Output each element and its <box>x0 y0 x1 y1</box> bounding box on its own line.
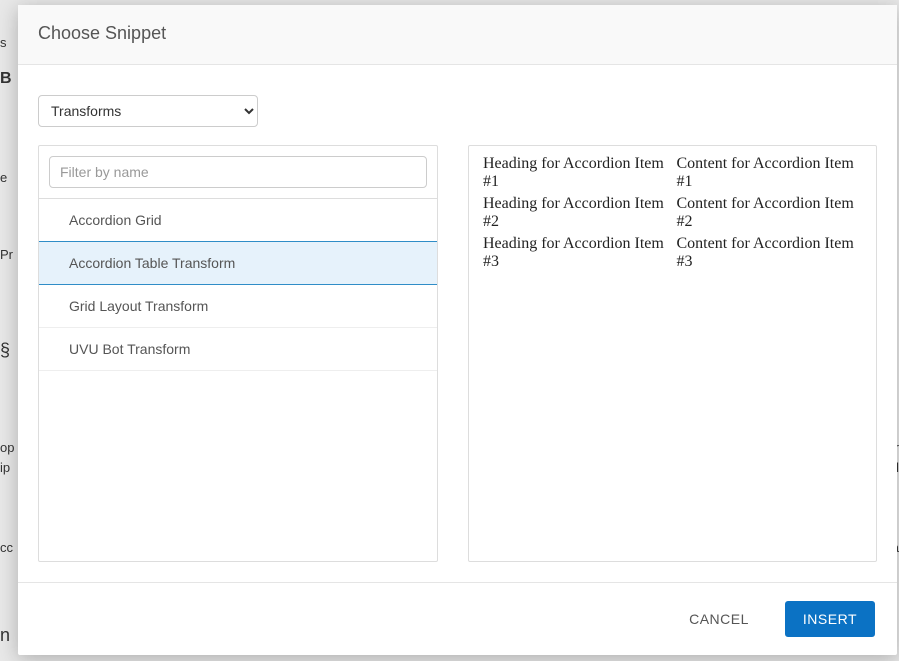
preview-heading-cell: Heading for Accordion Item #3 <box>479 233 673 273</box>
filter-wrap <box>39 146 437 199</box>
preview-table: Heading for Accordion Item #1 Content fo… <box>479 153 866 273</box>
preview-content-cell: Content for Accordion Item #3 <box>673 233 867 273</box>
cancel-button[interactable]: CANCEL <box>671 601 767 637</box>
snippet-item[interactable]: Accordion Grid <box>39 199 437 242</box>
preview-heading-cell: Heading for Accordion Item #2 <box>479 193 673 233</box>
modal-title: Choose Snippet <box>38 23 877 44</box>
snippet-item[interactable]: Accordion Table Transform <box>39 241 437 285</box>
filter-input[interactable] <box>49 156 427 188</box>
modal-body: Transforms Accordion Grid Accordion Tabl… <box>18 65 897 582</box>
snippet-list: Accordion Grid Accordion Table Transform… <box>39 199 437 561</box>
snippet-item[interactable]: UVU Bot Transform <box>39 328 437 371</box>
table-row: Heading for Accordion Item #2 Content fo… <box>479 193 866 233</box>
preview-content-cell: Content for Accordion Item #2 <box>673 193 867 233</box>
table-row: Heading for Accordion Item #1 Content fo… <box>479 153 866 193</box>
table-row: Heading for Accordion Item #3 Content fo… <box>479 233 866 273</box>
snippet-list-panel: Accordion Grid Accordion Table Transform… <box>38 145 438 562</box>
preview-content-cell: Content for Accordion Item #1 <box>673 153 867 193</box>
modal-footer: CANCEL INSERT <box>18 582 897 655</box>
snippet-item[interactable]: Grid Layout Transform <box>39 285 437 328</box>
category-select[interactable]: Transforms <box>38 95 258 127</box>
content-row: Accordion Grid Accordion Table Transform… <box>38 145 877 562</box>
category-row: Transforms <box>38 95 877 127</box>
preview-heading-cell: Heading for Accordion Item #1 <box>479 153 673 193</box>
insert-button[interactable]: INSERT <box>785 601 875 637</box>
modal-header: Choose Snippet <box>18 5 897 65</box>
choose-snippet-modal: Choose Snippet Transforms Accordion Grid… <box>18 5 897 655</box>
preview-panel: Heading for Accordion Item #1 Content fo… <box>468 145 877 562</box>
